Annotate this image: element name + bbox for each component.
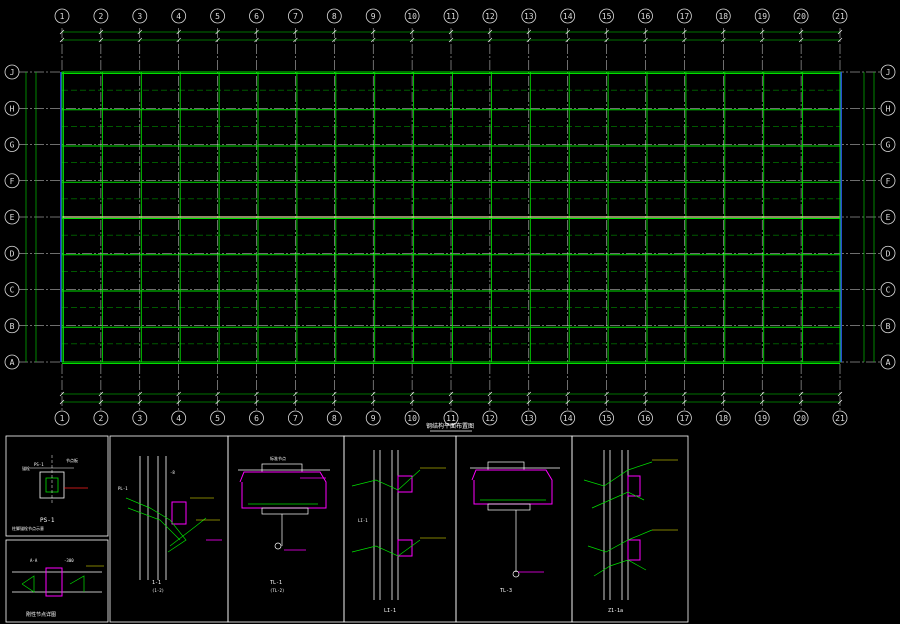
column-axis-label: 4 [176,12,181,21]
detail-tl3-title: TL-3 [500,588,512,594]
column-axis-label: 14 [563,12,573,21]
column-axis-label: 3 [137,414,142,423]
svg-text:锚栓: 锚栓 [22,465,30,471]
svg-text:LI-1: LI-1 [358,518,368,523]
svg-text:-8: -8 [170,470,175,475]
column-axis-label: 8 [332,12,337,21]
row-axis-label: C [10,286,15,295]
column-axis-label: 13 [524,414,534,423]
drawing-canvas: 1 2 3 4 5 6 7 8 9 10 11 12 13 14 15 16 17 18 19 20 21 123456… [0,0,900,624]
column-axis-label: 15 [602,414,612,423]
svg-text:PS-1: PS-1 [34,462,44,467]
column-axis-label: 6 [254,12,259,21]
row-axis-label: B [10,322,15,331]
column-axis-label: 4 [176,414,181,423]
detail-ps1-title: PS-1 [40,517,55,524]
row-axis-label: F [10,177,15,186]
detail-1-1-title: 1-1 [152,580,161,586]
detail-ps1-note: 柱脚锚栓节点示意 [12,525,44,531]
column-axis-label: 14 [563,414,573,423]
column-axis-label: 3 [137,12,142,21]
column-axis-label: 5 [215,12,220,21]
column-axis-label: 17 [680,414,690,423]
row-axis-label: D [10,249,15,258]
column-axis-label: 12 [485,414,495,423]
column-axis-label: 16 [641,12,651,21]
plan-title: 钢结构平面布置图 [426,422,474,430]
detail-tl1-note: (TL-2) [270,588,284,593]
column-axis-label: 11 [446,12,456,21]
column-axis-bubbles-top: 1 2 3 4 5 6 7 8 9 10 11 12 13 14 15 16 17 18 19 20 21 [54,8,848,24]
column-axis-label: 18 [718,414,728,423]
column-axis-label: 13 [524,12,534,21]
column-axis-label: 1 [60,12,65,21]
row-axis-bubbles-left: J H G F E D C B A [4,64,20,370]
column-axis-label: 8 [332,414,337,423]
row-axis-label: B [886,322,891,331]
row-axis-label: H [886,104,891,113]
column-axis-label: 12 [485,12,495,21]
column-axis-label: 11 [446,414,456,423]
column-axis-label: 2 [98,414,103,423]
row-axis-label: C [886,286,891,295]
row-axis-label: E [886,213,891,222]
column-axis-label: 16 [641,414,651,423]
row-axis-label: A [886,358,891,367]
row-axis-label: G [886,141,891,150]
column-axis-label: 10 [407,12,417,21]
column-axis-label: 18 [718,12,728,21]
svg-text:A-A: A-A [30,558,38,563]
column-axis-label: 21 [835,414,845,423]
column-axis-label: 7 [293,414,298,423]
row-axis-label: G [10,141,15,150]
column-axis-label: 1 [60,414,65,423]
svg-text:PL-1: PL-1 [118,486,128,491]
column-axis-label: 15 [602,12,612,21]
column-axis-label: 19 [757,414,767,423]
detail-z1-title: Z1-1a [608,608,623,614]
column-axis-label: 17 [680,12,690,21]
row-axis-label: H [10,104,15,113]
detail-1-1-note: (1-2) [152,588,164,593]
row-axis-label: J [886,68,891,77]
column-axis-label: 5 [215,414,220,423]
column-axis-label: 19 [757,12,767,21]
column-axis-label: 9 [371,414,376,423]
detail-li1-title: LI-1 [384,608,396,614]
column-axis-label: 2 [98,12,103,21]
column-axis-label: 6 [254,414,259,423]
row-axis-bubbles-right: J H G F E D C B A [880,64,896,370]
svg-text:-300: -300 [64,558,74,563]
canvas-background [0,0,900,624]
svg-text:节点板: 节点板 [66,457,78,463]
row-axis-label: D [886,249,891,258]
row-axis-label: E [10,213,15,222]
column-axis-label: 7 [293,12,298,21]
column-axis-label: 10 [407,414,417,423]
svg-text:标准节点: 标准节点 [270,455,286,461]
column-axis-label: 20 [796,12,806,21]
row-axis-label: A [10,358,15,367]
detail-rigid-title: 刚性节点详图 [26,611,56,618]
row-axis-label: J [10,68,15,77]
column-axis-label: 9 [371,12,376,21]
row-axis-label: F [886,177,891,186]
detail-tl1-title: TL-1 [270,580,282,586]
column-axis-label: 21 [835,12,845,21]
column-axis-label: 20 [796,414,806,423]
